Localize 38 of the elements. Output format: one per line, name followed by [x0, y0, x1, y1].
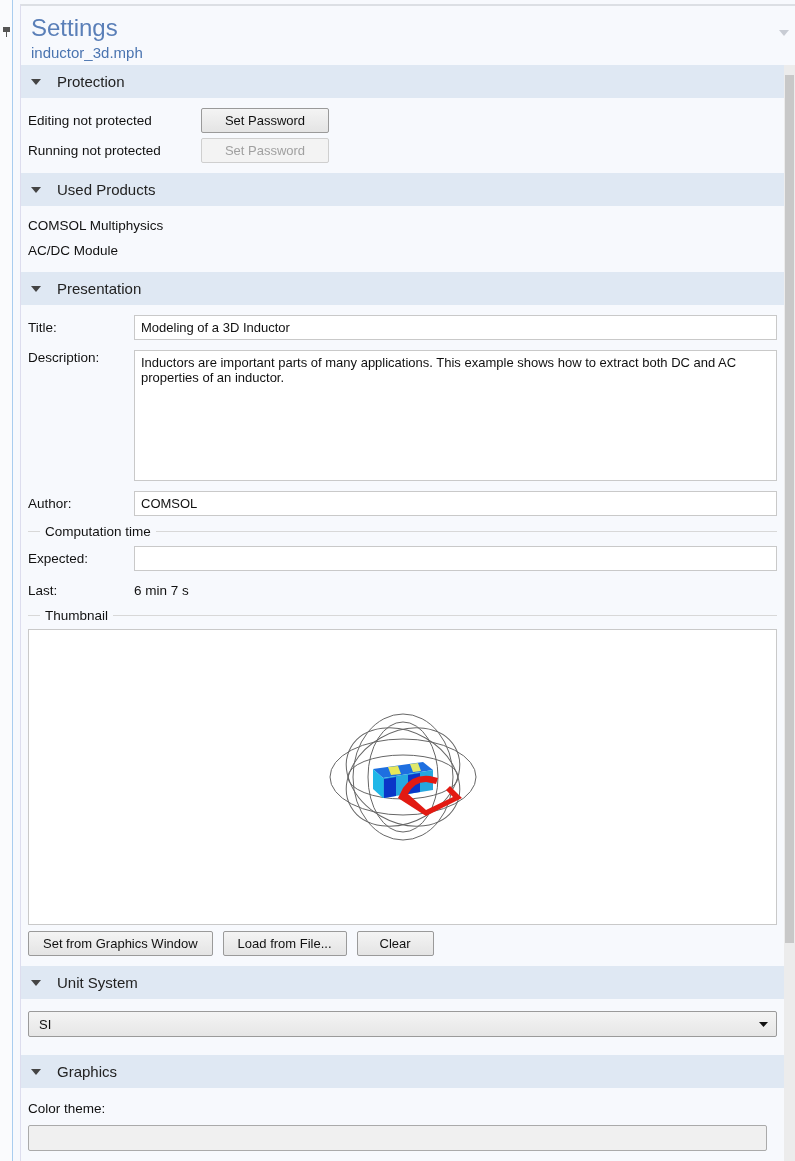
panel-title: Settings: [31, 14, 118, 42]
unit-system-dropdown[interactable]: SI: [28, 1011, 777, 1037]
scrollbar[interactable]: [784, 65, 795, 1161]
section-title[interactable]: Used Products: [57, 181, 156, 198]
description-field[interactable]: Inductors are important parts of many applications. This example shows how to extract both DC and AC properties of an inductor.: [134, 350, 777, 481]
product-name: AC/DC Module: [28, 243, 120, 258]
section-title[interactable]: Unit System: [57, 974, 138, 991]
field-label: Color theme:: [28, 1101, 107, 1116]
thumbnail-button[interactable]: Clear: [356, 931, 434, 956]
caret-icon: [759, 1021, 768, 1027]
thumbnail-button[interactable]: Set from Graphics Window: [28, 931, 213, 956]
field-label: Author:: [28, 496, 73, 511]
group-heading: Thumbnail: [45, 608, 109, 623]
file-name: inductor_3d.mph: [31, 44, 143, 61]
pin-icon[interactable]: [2, 27, 11, 37]
collapse-arrow-icon[interactable]: [31, 977, 41, 988]
color-theme-dropdown[interactable]: [28, 1125, 767, 1151]
section-title[interactable]: Protection: [57, 73, 125, 90]
field-label: Title:: [28, 320, 58, 335]
product-name: COMSOL Multiphysics: [28, 218, 165, 233]
field-label: Expected:: [28, 551, 90, 566]
section-title[interactable]: Presentation: [57, 280, 142, 297]
status-label: Running not protected: [28, 143, 162, 158]
status-label: Editing not protected: [28, 113, 153, 128]
title-field[interactable]: Modeling of a 3D Inductor: [134, 315, 777, 340]
set-password-button[interactable]: Set Password: [201, 108, 329, 133]
collapse-arrow-icon[interactable]: [31, 184, 41, 195]
collapse-arrow-icon[interactable]: [31, 76, 41, 87]
thumbnail-button[interactable]: Load from File...: [222, 931, 347, 956]
field-label: Last:: [28, 582, 59, 598]
expected-time-field[interactable]: [134, 546, 777, 571]
collapse-arrow-icon[interactable]: [31, 283, 41, 294]
collapse-arrow-icon[interactable]: [31, 1066, 41, 1077]
last-time-value: 6 min 7 s: [134, 582, 189, 598]
author-field[interactable]: COMSOL: [134, 491, 777, 516]
section-title[interactable]: Graphics: [57, 1063, 118, 1080]
group-heading: Computation time: [45, 524, 151, 539]
field-label: Description:: [28, 350, 101, 365]
